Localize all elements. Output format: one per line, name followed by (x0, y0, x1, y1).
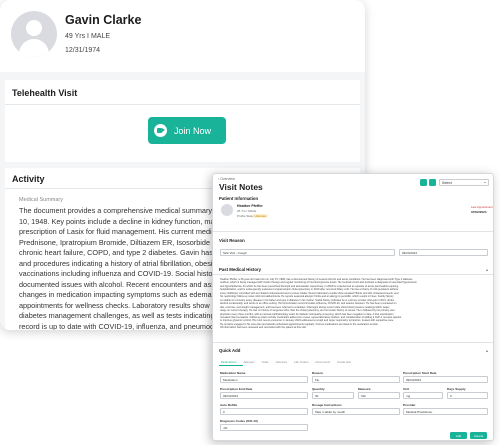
last-appointment-label: Last Appointment (471, 205, 493, 209)
diagnosis-codes-label: Diagnosis Codes (ICD-10) (220, 419, 258, 423)
tab-vitals[interactable]: Vitals (262, 360, 269, 364)
unit-label: Unit (403, 387, 410, 391)
pmh-heading: Past Medical History (219, 267, 262, 272)
video-camera-icon (154, 124, 167, 137)
share-icon[interactable] (429, 179, 436, 186)
days-supply-label: Days Supply (447, 387, 466, 391)
visit-date-field[interactable]: 09/24/2024 (399, 249, 488, 256)
reason-label: Reason (312, 371, 324, 375)
auto-refills-field[interactable]: 0 (220, 408, 308, 415)
unit-field[interactable]: mg (403, 392, 443, 399)
cancel-button[interactable]: Cancel (470, 432, 487, 439)
diagnosis-codes-field[interactable]: J11 (220, 424, 308, 431)
measure-field[interactable]: Tab (358, 392, 400, 399)
add-button[interactable]: Add (450, 432, 467, 439)
patient-name: Gavin Clarke (65, 13, 142, 27)
reason-field[interactable]: Flu (312, 376, 400, 383)
quantity-label: Quantity (312, 387, 325, 391)
tab-allergies[interactable]: Allergies (243, 360, 254, 364)
patient-dob: 12/31/1974 (65, 47, 101, 54)
quantity-field[interactable]: 30 (312, 392, 354, 399)
join-now-button[interactable]: Join Now (148, 117, 226, 144)
active-tab-indicator (219, 365, 243, 366)
end-date-label: Prescription End Date (220, 387, 253, 391)
print-icon[interactable] (420, 179, 427, 186)
tab-vaccines[interactable]: Vaccines (276, 360, 288, 364)
chevron-up-icon[interactable] (486, 350, 488, 352)
avatar-body-icon (19, 39, 49, 57)
tab-lab-orders[interactable]: Lab Orders (294, 360, 308, 364)
end-date-field[interactable]: 09/24/2024 (220, 392, 308, 399)
auto-refills-label: Auto Refills (220, 403, 238, 407)
activity-title: Activity (12, 174, 45, 184)
patient-name: Heather Pfeffer (237, 204, 263, 208)
measure-label: Measure (358, 387, 371, 391)
telehealth-section: Telehealth Visit Join Now (5, 80, 360, 162)
tab-medications[interactable]: Medications (221, 360, 236, 364)
start-date-label: Prescription Start Date (403, 371, 437, 375)
page-title: Visit Notes (219, 182, 263, 192)
status-badge: Unknown (253, 213, 268, 219)
pmh-line: All information has been reviewed and re… (220, 326, 307, 330)
avatar-head-icon (26, 20, 42, 36)
avatar (221, 204, 233, 216)
start-date-field[interactable]: 09/24/2024 (403, 376, 488, 383)
medication-name-label: Medication Name (220, 371, 246, 375)
days-supply-field[interactable]: 0 (447, 392, 488, 399)
join-now-label: Join Now (174, 125, 212, 136)
quick-add-heading: Quick Add (219, 348, 241, 353)
top-select[interactable]: Select (439, 179, 489, 186)
overview-back-link[interactable]: ‹ Overview (218, 177, 235, 181)
pmh-text: Heather Pfeffer, a 25-year-old male born… (220, 278, 488, 330)
avatar (11, 11, 57, 57)
telehealth-title: Telehealth Visit (12, 88, 78, 98)
provider-select[interactable]: Medical Practitioner (403, 408, 488, 415)
patient-info-heading: Patient Information (219, 196, 259, 201)
divider (5, 104, 360, 105)
medication-name-field[interactable]: Medication (220, 376, 308, 383)
dosage-label: Dosage Instructions (312, 403, 342, 407)
quick-add-tabs: Medications Allergies Vitals Vaccines La… (221, 360, 351, 364)
divider (213, 274, 493, 275)
last-appointment-date: 07/02/2024 (471, 210, 487, 214)
dosage-field[interactable]: Take 1 tablet by mouth (312, 408, 400, 415)
patient-age-gender: 25 Yrs I MALE (237, 209, 257, 213)
visit-reason-select[interactable]: Sick Visit - Cough (220, 249, 395, 256)
visit-notes-panel: ‹ Overview Visit Notes Select Patient In… (212, 173, 494, 441)
patient-age-gender: 49 Yrs I MALE (65, 33, 111, 40)
divider (213, 342, 493, 343)
chevron-up-icon[interactable] (486, 269, 488, 271)
medical-summary-label: Medical Summary (19, 197, 64, 203)
patient-header: Gavin Clarke 49 Yrs I MALE 12/31/1974 (0, 0, 365, 72)
visit-reason-heading: Visit Reason (219, 238, 245, 243)
divider (213, 231, 493, 232)
tab-social-history[interactable]: Social Hist (337, 360, 351, 364)
provider-label: Provider (403, 403, 416, 407)
tab-documents[interactable]: Documents (316, 360, 331, 364)
